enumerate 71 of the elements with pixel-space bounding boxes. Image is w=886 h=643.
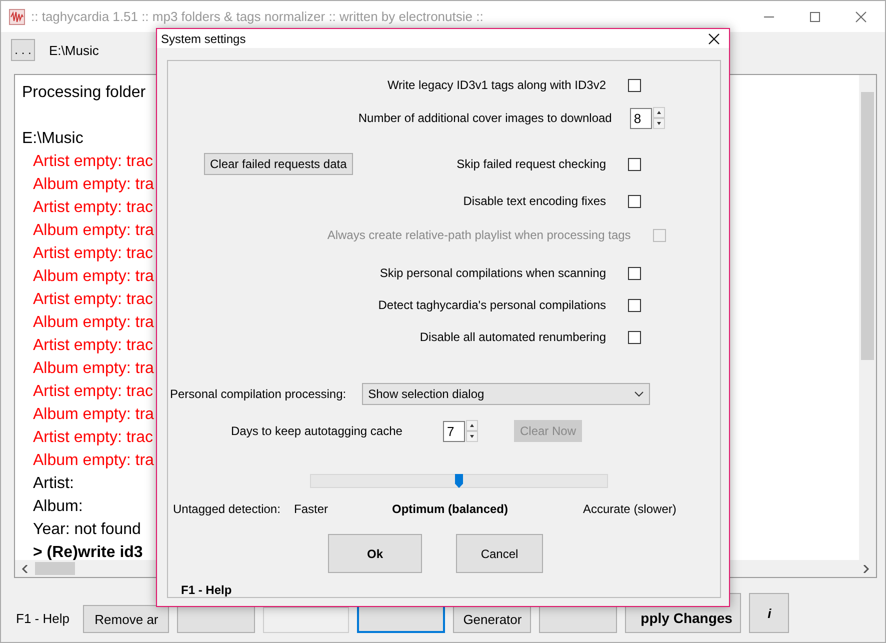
- log-line: Album empty: tra: [33, 451, 154, 471]
- browse-button[interactable]: . . .: [11, 39, 35, 61]
- input-field[interactable]: [263, 607, 350, 633]
- checkbox[interactable]: [628, 266, 641, 280]
- help-hint: F1 - Help: [181, 583, 232, 597]
- log-line: Artist empty: trac: [33, 382, 154, 402]
- window-title: :: taghycardia 1.51 :: mp3 folders & tags normalizer :: written by electronutsie ::: [31, 9, 484, 24]
- vertical-scrollbar[interactable]: [859, 75, 876, 560]
- setting-label: Untagged detection:: [173, 502, 280, 516]
- close-icon[interactable]: [708, 32, 720, 44]
- ok-button[interactable]: Ok: [328, 534, 422, 573]
- slider-thumb[interactable]: [455, 474, 463, 488]
- slider-stop-label: Accurate (slower): [583, 502, 676, 516]
- setting-label: Detect taghycardia's personal compilations: [377, 298, 607, 312]
- blank-button[interactable]: [357, 605, 446, 633]
- log-line: Album:: [33, 497, 83, 517]
- log-line: Artist empty: trac: [33, 336, 154, 356]
- checkbox[interactable]: [628, 158, 641, 170]
- checkbox[interactable]: [628, 298, 641, 312]
- setting-label: Skip personal compilations when scanning: [378, 266, 607, 280]
- checkbox[interactable]: [628, 330, 641, 344]
- spinner-arrows-icon[interactable]: [466, 420, 478, 442]
- log-line: Artist empty: trac: [33, 428, 154, 448]
- slider-stop-label: Optimum (balanced): [392, 502, 508, 516]
- log-line: Album empty: tra: [33, 359, 154, 379]
- blank-button[interactable]: [177, 605, 256, 633]
- scroll-left-icon[interactable]: [21, 564, 29, 572]
- folder-path: E:\Music: [49, 42, 99, 58]
- slider-track[interactable]: [310, 474, 608, 488]
- clear-requests-button[interactable]: Clear failed requests data: [204, 153, 353, 175]
- log-line: Artist empty: trac: [33, 290, 154, 310]
- cancel-button[interactable]: Cancel: [456, 534, 543, 573]
- setting-label: Always create relative-path playlist when processing tags: [327, 228, 632, 242]
- spinner-arrows-icon[interactable]: [652, 107, 665, 129]
- log-line: Artist empty: trac: [33, 152, 154, 172]
- dialog-title: System settings: [161, 32, 246, 46]
- setting-label: Personal compilation processing:: [170, 387, 346, 401]
- log-line: Album empty: tra: [33, 175, 154, 195]
- scroll-right-icon[interactable]: [862, 564, 870, 572]
- scrollbar-thumb[interactable]: [35, 562, 75, 575]
- log-line: Album empty: tra: [33, 313, 154, 333]
- log-line: E:\Music: [22, 129, 84, 149]
- log-line: Album empty: tra: [33, 267, 154, 287]
- setting-label: Days to keep autotagging cache: [231, 424, 404, 438]
- toolbar-button[interactable]: i: [749, 593, 790, 633]
- number-field[interactable]: 8: [630, 108, 652, 128]
- blank-button[interactable]: [539, 605, 618, 633]
- log-line: > (Re)write id3: [33, 543, 143, 563]
- setting-label: Disable text encoding fixes: [462, 194, 607, 208]
- dropdown[interactable]: Show selection dialog: [362, 383, 650, 405]
- log-line: Processing folder: [22, 83, 146, 103]
- setting-label: Write legacy ID3v1 tags along with ID3v2: [386, 78, 607, 92]
- log-line: Album empty: tra: [33, 405, 154, 425]
- log-line: Artist empty: trac: [33, 198, 154, 218]
- checkbox[interactable]: [628, 194, 641, 208]
- maximize-icon[interactable]: [809, 10, 821, 22]
- log-line: Year: not found: [33, 520, 141, 540]
- slider-stop-label: Faster: [294, 502, 328, 516]
- log-line: Artist:: [33, 474, 74, 494]
- log-line: Artist empty: trac: [33, 244, 154, 264]
- log-line: Album empty: tra: [33, 221, 154, 241]
- app-icon: [9, 8, 25, 24]
- chevron-down-icon[interactable]: [634, 391, 644, 397]
- setting-label: Skip failed request checking: [456, 157, 607, 171]
- help-hint: F1 - Help: [16, 610, 70, 628]
- number-field[interactable]: 7: [443, 420, 465, 442]
- checkbox[interactable]: [628, 78, 641, 92]
- setting-label: Disable all automated renumbering: [418, 330, 607, 344]
- setting-label: Number of additional cover images to download: [358, 111, 613, 125]
- toolbar-button[interactable]: Generator: [453, 605, 532, 633]
- toolbar-button[interactable]: Remove ar: [83, 605, 170, 633]
